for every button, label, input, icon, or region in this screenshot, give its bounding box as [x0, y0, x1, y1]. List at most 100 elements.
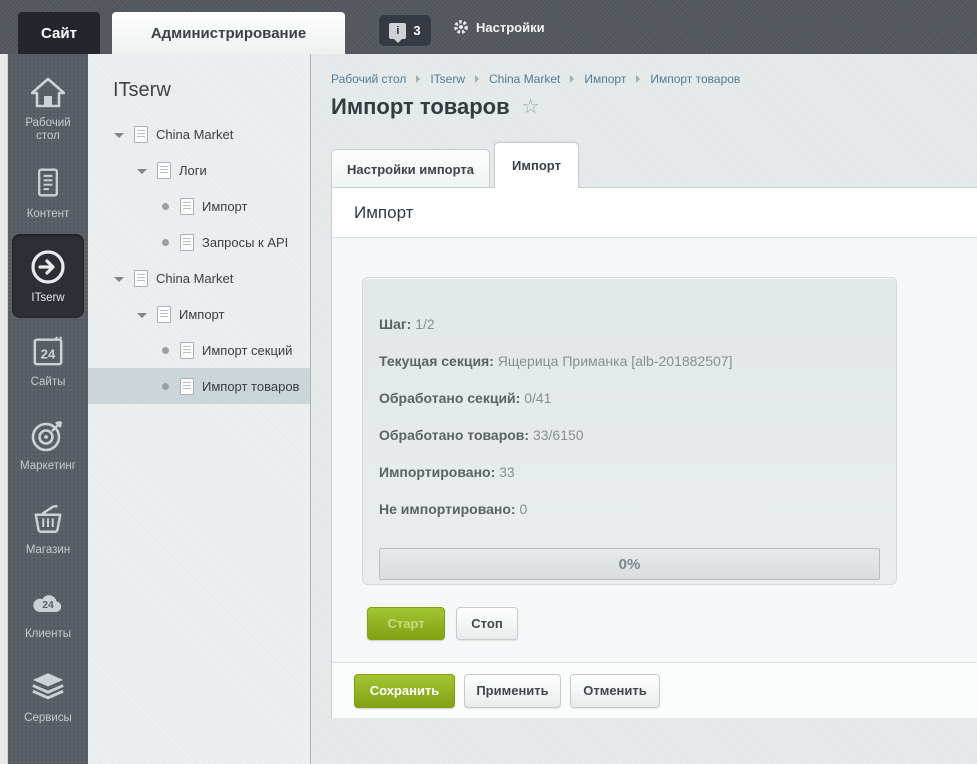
tree-item-label: Запросы к API	[202, 235, 288, 250]
leaf-dot-icon	[159, 239, 171, 246]
stat-step: Шаг: 1/2	[379, 316, 880, 353]
shop-basket-icon	[31, 500, 65, 538]
chevron-down-icon[interactable]	[113, 131, 125, 138]
rail-item-sites[interactable]: 24 Сайты	[12, 318, 84, 402]
rail-label: Магазин	[26, 544, 70, 557]
document-icon	[180, 378, 194, 395]
chevron-down-icon[interactable]	[136, 167, 148, 174]
module-rail: Рабочий стол Контент ITserw 24	[8, 54, 88, 764]
sidebar-tree-panel: ITserw China Market Логи Импорт Запросы …	[88, 54, 311, 764]
rail-item-desktop[interactable]: Рабочий стол	[12, 66, 84, 150]
stat-value: 0	[519, 501, 527, 517]
breadcrumb-link[interactable]: ITserw	[430, 72, 465, 86]
chevron-down-icon[interactable]	[136, 311, 148, 318]
document-icon	[180, 342, 194, 359]
svg-text:24: 24	[42, 600, 54, 611]
tree-item-label: Логи	[179, 163, 207, 178]
tree-item-logs[interactable]: Логи	[88, 152, 310, 188]
stat-products-processed: Обработано товаров: 33/6150	[379, 427, 880, 464]
panel-content: Шаг: 1/2 Текущая секция: Ящерица Приманк…	[332, 238, 977, 662]
breadcrumb-link[interactable]: Рабочий стол	[331, 72, 406, 86]
rail-item-services[interactable]: Сервисы	[12, 654, 84, 738]
settings-label: Настройки	[476, 20, 545, 35]
tree-item-log-import[interactable]: Импорт	[88, 188, 310, 224]
breadcrumb-separator-icon	[416, 75, 420, 83]
start-button[interactable]: Старт	[367, 607, 445, 640]
gear-icon	[453, 19, 469, 35]
tree-item-label: Импорт	[179, 307, 224, 322]
apply-button[interactable]: Применить	[464, 674, 561, 708]
stat-sections-processed: Обработано секций: 0/41	[379, 390, 880, 427]
breadcrumb-separator-icon	[636, 75, 640, 83]
sidebar-title: ITserw	[113, 79, 310, 102]
notifications-count: 3	[413, 23, 420, 38]
tree-item-china-market-2[interactable]: China Market	[88, 260, 310, 296]
stat-label: Текущая секция:	[379, 353, 494, 369]
stat-label: Шаг:	[379, 316, 411, 332]
tab-import-settings[interactable]: Настройки импорта	[331, 149, 490, 188]
window-edge	[0, 54, 8, 764]
breadcrumb-separator-icon	[570, 75, 574, 83]
document-icon	[180, 234, 194, 251]
rail-item-content[interactable]: Контент	[12, 150, 84, 234]
breadcrumb-link[interactable]: Импорт товаров	[650, 72, 740, 86]
settings-button[interactable]: Настройки	[453, 0, 545, 54]
leaf-dot-icon	[159, 347, 171, 354]
rail-item-itserw[interactable]: ITserw	[12, 234, 84, 318]
panel-footer: Сохранить Применить Отменить	[332, 662, 977, 718]
import-status-box: Шаг: 1/2 Текущая секция: Ящерица Приманк…	[362, 277, 897, 585]
info-bubble-icon: i	[389, 23, 406, 39]
arrow-circle-icon	[30, 248, 66, 286]
tab-import[interactable]: Импорт	[494, 142, 579, 188]
stat-value: 33/6150	[533, 427, 584, 443]
stat-current-section: Текущая секция: Ящерица Приманка [alb-20…	[379, 353, 880, 390]
content-icon	[33, 164, 63, 202]
page-title: Импорт товаров	[331, 94, 510, 120]
stat-value: 33	[499, 464, 515, 480]
stat-label: Обработано товаров:	[379, 427, 529, 443]
services-layers-icon	[31, 668, 65, 706]
stat-not-imported: Не импортировано: 0	[379, 501, 880, 538]
favorite-star-icon[interactable]: ☆	[522, 97, 540, 117]
rail-item-clients[interactable]: 24 Клиенты	[12, 570, 84, 654]
sites-icon: 24	[32, 332, 64, 370]
stat-label: Не импортировано:	[379, 501, 516, 517]
site-tab[interactable]: Сайт	[18, 12, 100, 54]
tree-item-label: Импорт товаров	[202, 379, 299, 394]
chevron-down-icon[interactable]	[113, 275, 125, 282]
tree-item-import[interactable]: Импорт	[88, 296, 310, 332]
tree-item-api-requests[interactable]: Запросы к API	[88, 224, 310, 260]
tree-item-label: China Market	[156, 127, 233, 142]
rail-item-shop[interactable]: Магазин	[12, 486, 84, 570]
home-icon	[31, 73, 65, 111]
tree-item-label: China Market	[156, 271, 233, 286]
tree-item-china-market-1[interactable]: China Market	[88, 116, 310, 152]
breadcrumb-link[interactable]: China Market	[489, 72, 560, 86]
admin-tab[interactable]: Администрирование	[112, 12, 345, 54]
tree-item-import-products[interactable]: Импорт товаров	[88, 368, 310, 404]
save-button[interactable]: Сохранить	[354, 674, 455, 708]
leaf-dot-icon	[159, 383, 171, 390]
tree-item-label: Импорт	[202, 199, 247, 214]
rail-label: Рабочий стол	[12, 117, 84, 143]
svg-text:24: 24	[41, 346, 56, 361]
tree-item-import-sections[interactable]: Импорт секций	[88, 332, 310, 368]
rail-item-marketing[interactable]: Маркетинг	[12, 402, 84, 486]
notifications-button[interactable]: i 3	[378, 14, 432, 47]
clients-icon: 24	[31, 584, 65, 622]
stat-imported: Импортировано: 33	[379, 464, 880, 501]
stop-button[interactable]: Стоп	[456, 607, 518, 640]
rail-label: Контент	[27, 208, 70, 221]
leaf-dot-icon	[159, 203, 171, 210]
rail-label: Маркетинг	[20, 460, 76, 473]
stat-label: Импортировано:	[379, 464, 495, 480]
document-icon	[157, 162, 171, 179]
breadcrumb-link[interactable]: Импорт	[584, 72, 626, 86]
cancel-button[interactable]: Отменить	[570, 674, 660, 708]
document-icon	[157, 306, 171, 323]
rail-label: ITserw	[31, 292, 64, 305]
stat-value: Ящерица Приманка [alb-201882507]	[498, 353, 733, 369]
top-bar: Сайт Администрирование i 3 Настройки	[0, 0, 977, 54]
stat-value: 1/2	[415, 316, 434, 332]
stat-value: 0/41	[524, 390, 551, 406]
